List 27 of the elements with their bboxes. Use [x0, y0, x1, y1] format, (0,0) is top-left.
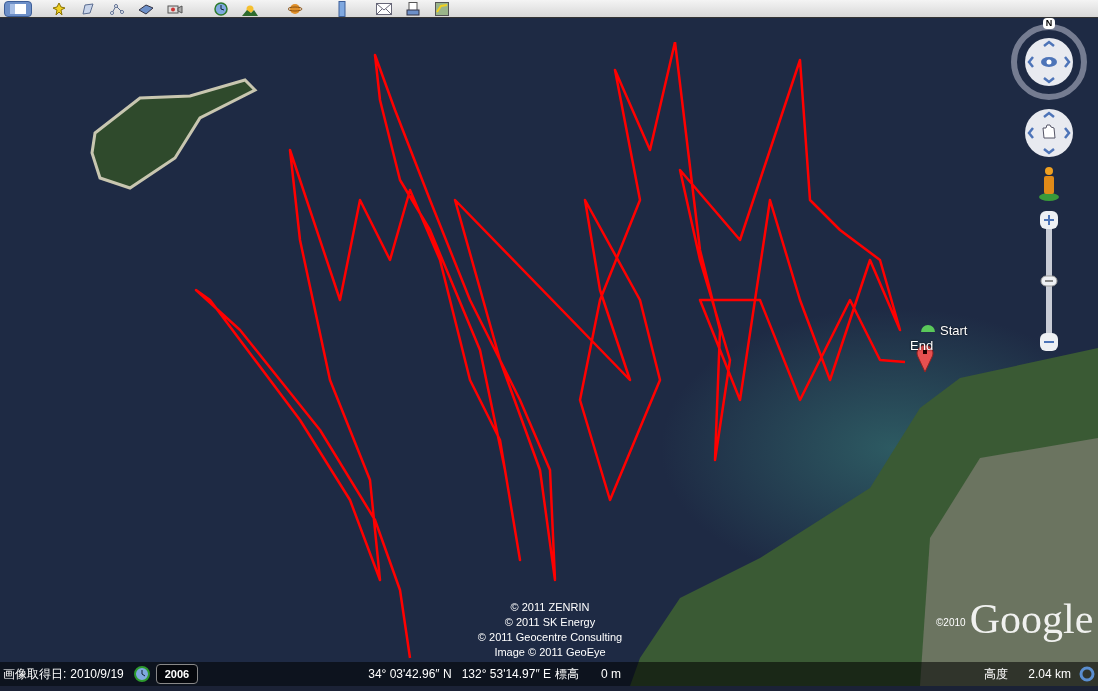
elevation-label: 標高	[555, 666, 580, 683]
elevation: 0 m	[601, 666, 622, 683]
copyright-notice: © 2011 ZENRIN	[510, 600, 590, 615]
start-marker-icon[interactable]	[920, 322, 936, 332]
north-marker: N	[1042, 18, 1056, 29]
longitude: 132° 53'14.97″ E	[461, 666, 552, 683]
zoom-in-icon[interactable]	[1039, 210, 1059, 230]
copyright-notice: © 2011 Geocentre Consulting	[477, 630, 623, 645]
copyright-notice: Image © 2011 GeoEye	[494, 645, 606, 660]
move-joystick[interactable]	[1024, 108, 1074, 158]
imagery-date-label: 画像取得日:	[3, 666, 67, 683]
look-joystick[interactable]	[1011, 24, 1087, 100]
historical-year-button[interactable]: 2006	[155, 664, 199, 684]
streaming-icon	[1079, 666, 1095, 682]
altitude-label: 高度	[984, 666, 1009, 683]
zoom-slider[interactable]	[1039, 210, 1059, 352]
latitude: 34° 03'42.96″ N	[368, 666, 452, 683]
sidebar-toggle-icon[interactable]	[4, 0, 32, 17]
copyright-year: ©2010	[936, 616, 966, 630]
zoom-out-icon[interactable]	[1039, 332, 1059, 352]
altitude: 2.04 km	[1028, 666, 1071, 683]
pegman-icon[interactable]	[1038, 166, 1060, 202]
slider-thumb[interactable]	[1040, 275, 1058, 287]
placemark-label: Start	[940, 324, 968, 337]
copyright-notice: © 2011 SK Energy	[504, 615, 596, 630]
google-logo: Google	[969, 598, 1094, 640]
imagery-date: 2010/9/19	[70, 666, 124, 683]
